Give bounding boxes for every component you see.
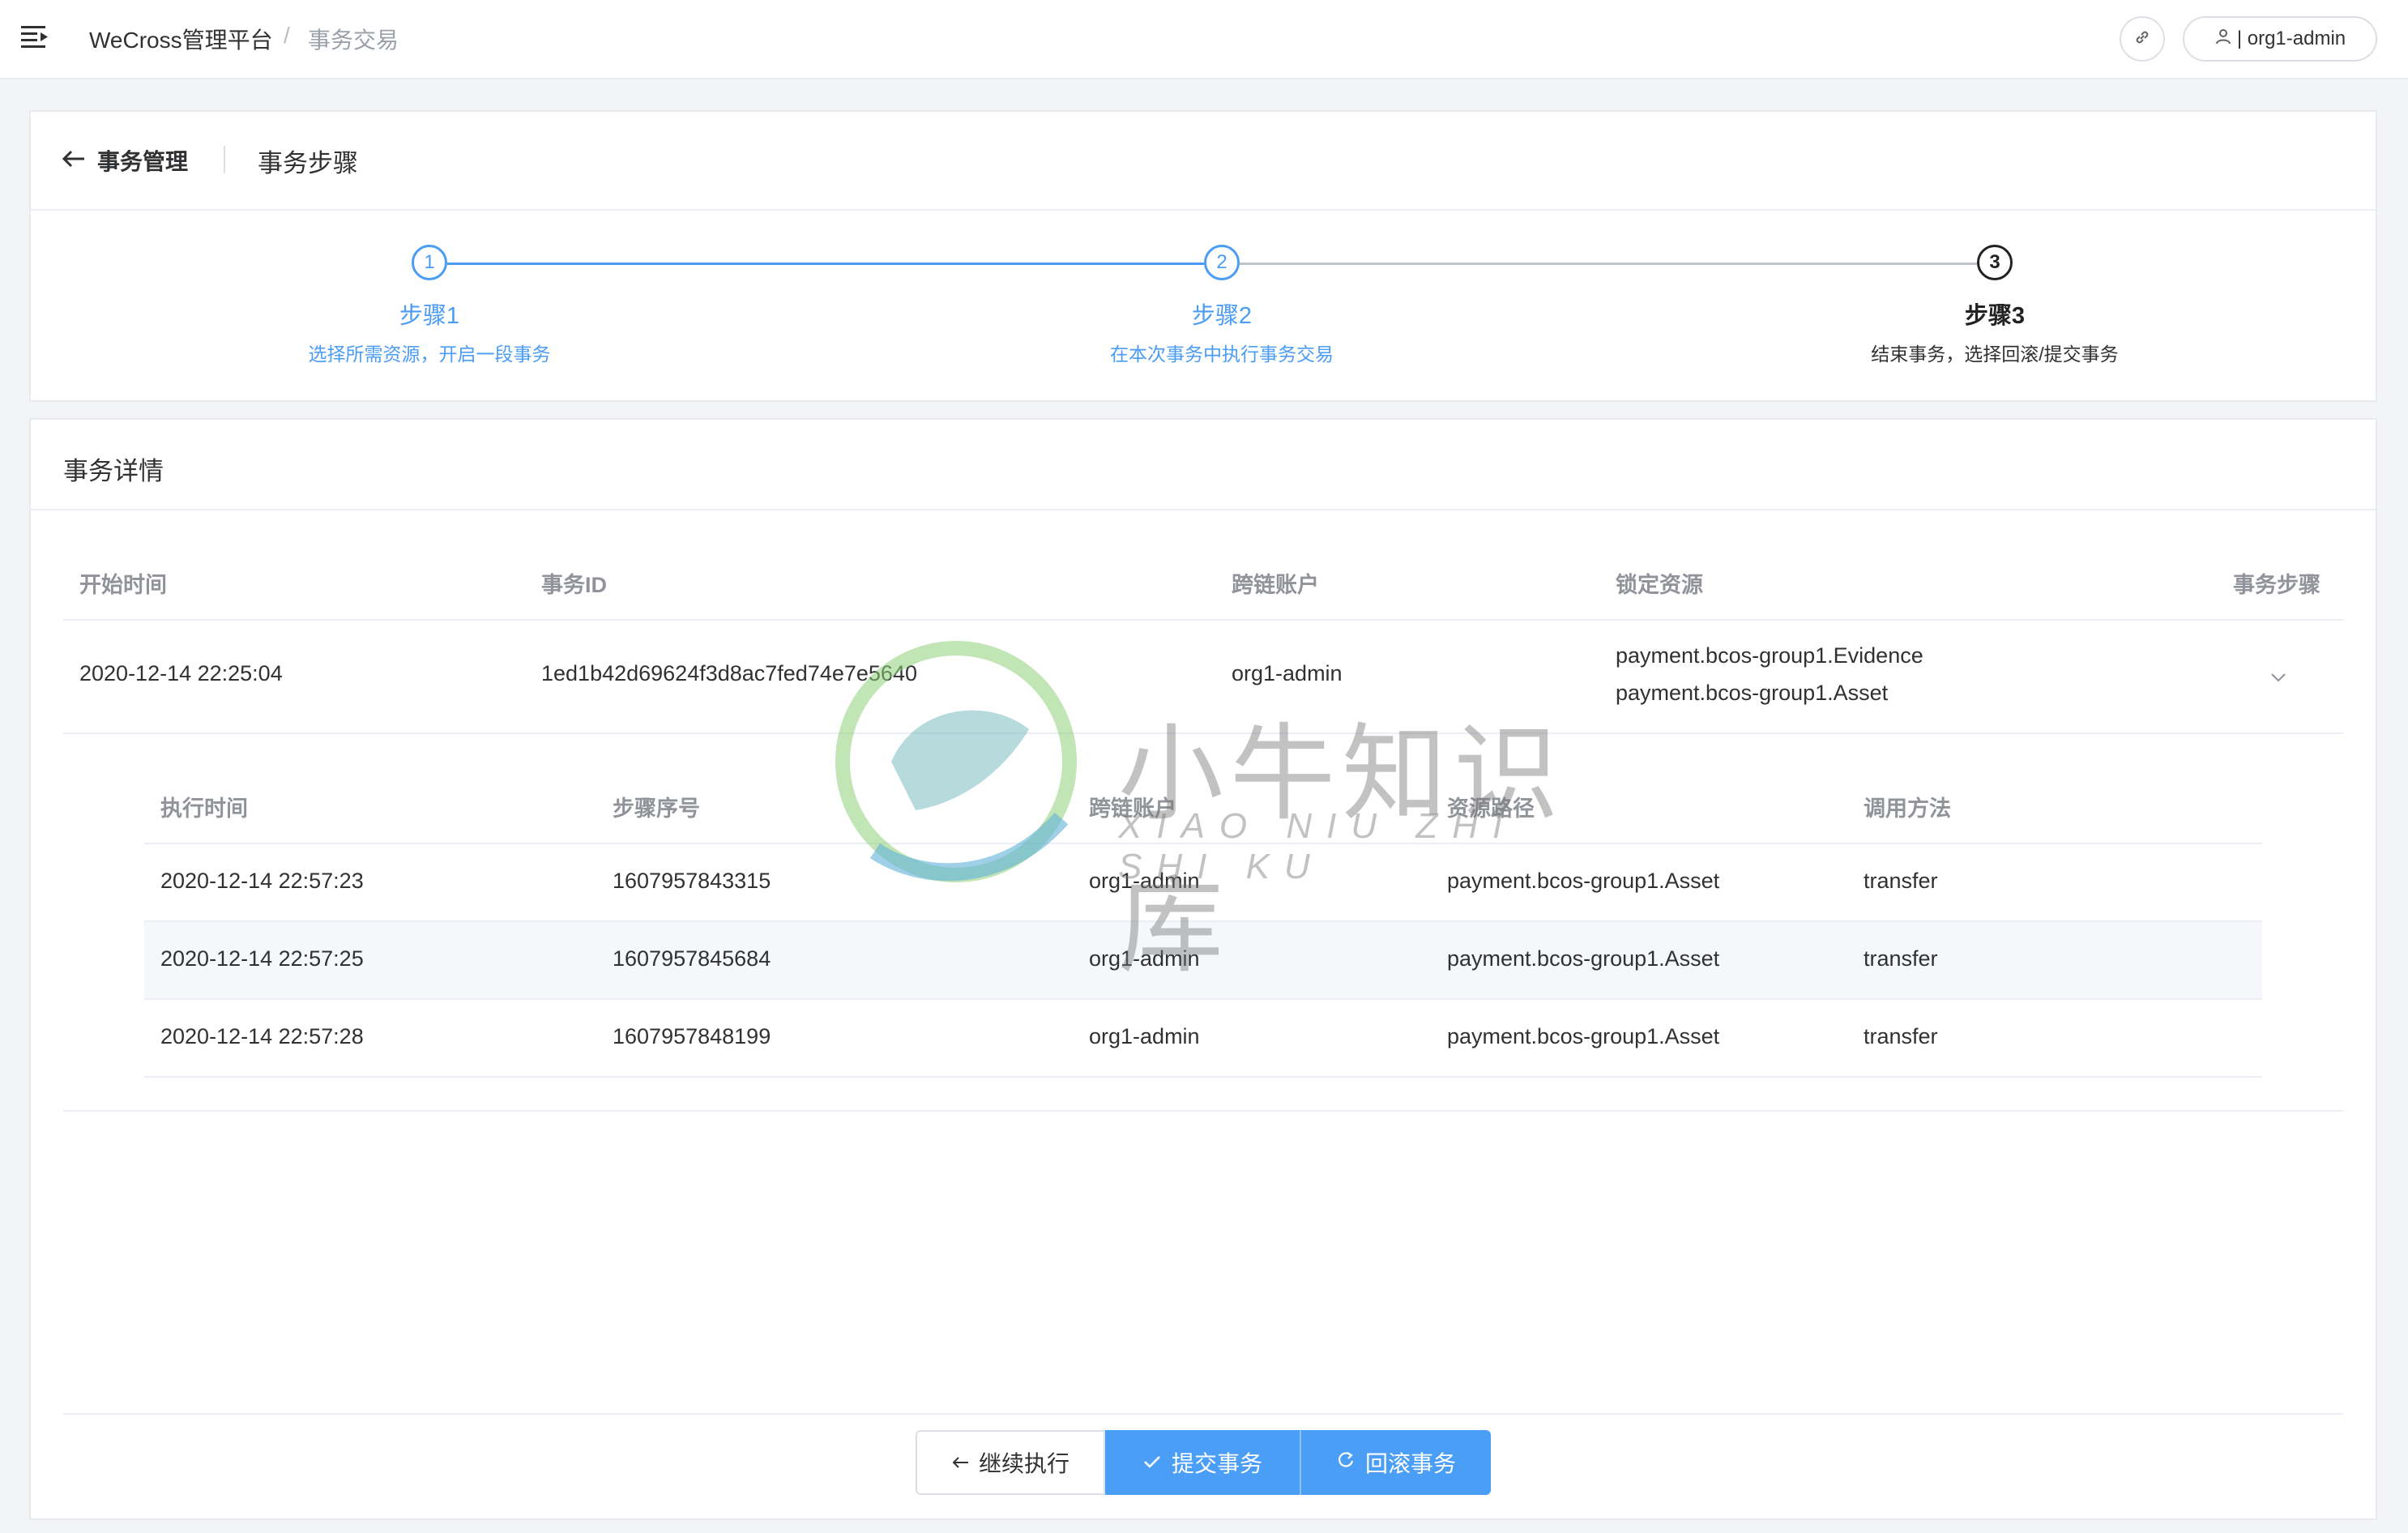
col-tx-steps: 事务步骤	[2233, 573, 2320, 597]
subrow-2-account: org1-admin	[1089, 946, 1200, 971]
refresh-icon	[1336, 1450, 1356, 1475]
col-account: 跨链账户	[1232, 573, 1319, 597]
link-icon	[2133, 28, 2151, 50]
page-title: 事务步骤	[258, 149, 358, 177]
expand-row-chevron-icon[interactable]	[2269, 669, 2288, 685]
subrow-3-exec-time: 2020-12-14 22:57:28	[160, 1024, 364, 1048]
step-connector-pending	[1240, 263, 1995, 265]
subrow-1-seq: 1607957843315	[613, 869, 771, 893]
step-1-circle: 1	[412, 245, 447, 280]
row-divider	[63, 732, 2343, 734]
step-1-title: 步骤1	[399, 303, 460, 329]
subcol-resource-path: 资源路径	[1447, 796, 1535, 821]
row-locked-resource-2: payment.bcos-group1.Asset	[1616, 681, 1889, 705]
footer-divider	[63, 1413, 2343, 1415]
subrow-2-seq: 1607957845684	[613, 946, 771, 971]
step-connector-done	[447, 263, 1204, 265]
user-name: | org1-admin	[2236, 28, 2346, 49]
commit-button[interactable]: 提交事务	[1105, 1430, 1300, 1495]
step-3-desc: 结束事务，选择回滚/提交事务	[1871, 344, 2119, 365]
top-bar: WeCross管理平台 / 事务交易 | org1-admin	[0, 0, 2408, 79]
row-tx-id: 1ed1b42d69624f3d8ac7fed74e7e5640	[541, 661, 917, 685]
steps-card: 事务管理 事务步骤 1 步骤1 选择所需资源，开启一段事务 2 步骤2 在本次事…	[29, 110, 2377, 402]
details-card: 事务详情 开始时间 事务ID 跨链账户 锁定资源 事务步骤 2020-12-14…	[29, 418, 2377, 1520]
row-locked-resource-1: payment.bcos-group1.Evidence	[1616, 643, 1923, 668]
subrow-3-seq: 1607957848199	[613, 1024, 771, 1048]
breadcrumb-root[interactable]: WeCross管理平台	[89, 23, 273, 55]
subrow-3-path: payment.bcos-group1.Asset	[1447, 1024, 1720, 1048]
step-3-title: 步骤3	[1964, 303, 2026, 329]
continue-button[interactable]: 继续执行	[916, 1430, 1105, 1495]
action-button-group: 继续执行 提交事务 回滚事务	[916, 1430, 1491, 1495]
step-2-desc: 在本次事务中执行事务交易	[1110, 344, 1334, 365]
back-link[interactable]: 事务管理	[62, 144, 188, 177]
row-account: org1-admin	[1232, 661, 1343, 685]
subcol-account: 跨链账户	[1089, 796, 1176, 821]
steps-card-header: 事务管理 事务步骤	[31, 112, 2376, 211]
subrow-2-path: payment.bcos-group1.Asset	[1447, 946, 1720, 971]
subcol-method: 调用方法	[1864, 796, 1951, 821]
subrow-2-background	[144, 922, 2262, 998]
subrow-divider	[144, 998, 2262, 1000]
expanded-section-bottom-divider	[63, 1110, 2343, 1112]
row-start-time: 2020-12-14 22:25:04	[79, 661, 283, 685]
table-header-divider	[63, 619, 2343, 621]
subrow-1-account: org1-admin	[1089, 869, 1200, 893]
rollback-label: 回滚事务	[1364, 1451, 1456, 1476]
col-tx-id: 事务ID	[541, 573, 607, 597]
details-title: 事务详情	[63, 457, 164, 485]
details-card-header: 事务详情	[31, 420, 2376, 510]
col-locked-resources: 锁定资源	[1616, 573, 1703, 597]
subcol-exec-time: 执行时间	[160, 796, 248, 821]
link-button[interactable]	[2120, 16, 2165, 62]
header-divider	[224, 146, 225, 173]
breadcrumb-separator: /	[284, 23, 290, 48]
menu-toggle-icon[interactable]	[21, 24, 50, 50]
subrow-1-path: payment.bcos-group1.Asset	[1447, 869, 1720, 893]
check-icon	[1142, 1450, 1162, 1475]
rollback-button[interactable]: 回滚事务	[1300, 1430, 1491, 1495]
step-1-desc: 选择所需资源，开启一段事务	[308, 344, 551, 365]
step-3-circle: 3	[1977, 245, 2013, 280]
subtable-header-divider	[144, 843, 2262, 844]
breadcrumb-current: 事务交易	[308, 28, 399, 53]
subrow-divider	[144, 1076, 2262, 1078]
user-menu-button[interactable]: | org1-admin	[2183, 16, 2377, 62]
subrow-3-account: org1-admin	[1089, 1024, 1200, 1048]
col-start-time: 开始时间	[79, 573, 167, 597]
step-2-title: 步骤2	[1191, 303, 1253, 329]
commit-label: 提交事务	[1171, 1451, 1262, 1476]
user-icon	[2214, 28, 2232, 51]
continue-label: 继续执行	[978, 1451, 1070, 1476]
arrow-left-icon	[951, 1450, 969, 1475]
subrow-2-exec-time: 2020-12-14 22:57:25	[160, 946, 364, 971]
subrow-3-method: transfer	[1864, 1024, 1938, 1048]
subrow-1-exec-time: 2020-12-14 22:57:23	[160, 869, 364, 893]
subrow-2-method: transfer	[1864, 946, 1938, 971]
arrow-left-icon	[62, 149, 86, 173]
subcol-seq: 步骤序号	[613, 796, 700, 821]
back-label: 事务管理	[97, 149, 189, 174]
step-2-circle: 2	[1204, 245, 1240, 280]
subrow-1-method: transfer	[1864, 869, 1938, 893]
